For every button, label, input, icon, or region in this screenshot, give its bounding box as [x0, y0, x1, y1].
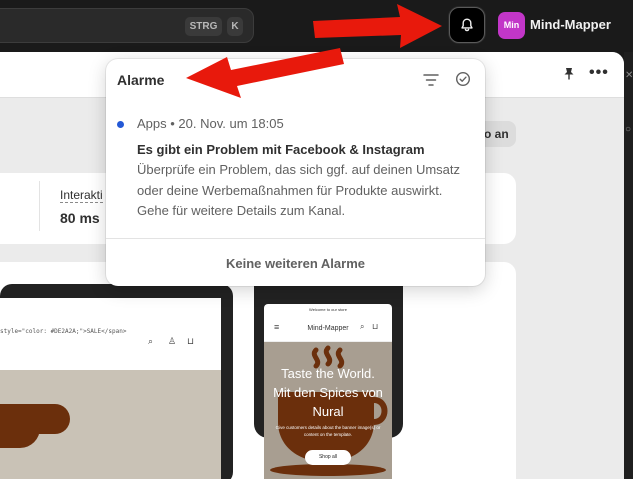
notifications-button[interactable] — [449, 7, 485, 43]
hero-title-line: Mit den Spices von — [273, 385, 383, 400]
shop-all-button[interactable]: Shop all — [305, 450, 351, 465]
top-bar: STRG K Min Mind-Mapper — [0, 0, 633, 52]
pin-icon[interactable] — [561, 66, 577, 82]
notification-title[interactable]: Es gibt ein Problem mit Facebook & Insta… — [137, 142, 425, 157]
popover-title: Alarme — [117, 72, 165, 88]
popover-divider — [106, 238, 485, 239]
notifications-popover: Alarme Apps • 20. Nov. um 18:05 Es gibt … — [106, 59, 485, 286]
desktop-preview-screen[interactable]: style="color: #DE2A2A;">SALE</span> ⌕ ♙ … — [0, 298, 221, 479]
search-bar[interactable]: STRG K — [0, 8, 254, 43]
mobile-hero-image: Taste the World. Mit den Spices von Nura… — [264, 342, 392, 479]
metric-value: 80 ms — [60, 210, 100, 226]
shortcut-key-k: K — [227, 17, 243, 36]
filter-icon[interactable] — [423, 73, 439, 87]
edge-search-icon: ○ — [625, 124, 632, 135]
edge-close-icon: ✕ — [625, 70, 633, 81]
steam-shape — [0, 428, 40, 448]
mobile-hero-subtitle: Give customers details about the banner … — [275, 425, 381, 437]
search-icon: ⌕ — [360, 322, 365, 331]
bell-icon — [461, 18, 473, 32]
shortcut-key-strg: STRG — [185, 17, 222, 36]
check-circle-icon[interactable] — [455, 71, 471, 87]
notification-body: Überprüfe ein Problem, das sich ggf. auf… — [137, 162, 461, 218]
hero-title-line: Taste the World. — [281, 366, 375, 381]
mobile-preview-screen[interactable]: Welcome to our store ≡ Mind-Mapper ⌕ ⊔ T… — [264, 304, 392, 479]
no-more-alerts-text: Keine weiteren Alarme — [226, 256, 365, 271]
store-avatar[interactable]: Min — [498, 12, 525, 39]
metrics-divider — [39, 181, 40, 231]
mobile-announcement-bar: Welcome to our store — [309, 307, 347, 312]
mobile-header: ≡ Mind-Mapper ⌕ ⊔ — [264, 316, 392, 342]
search-icon: ⌕ — [148, 336, 154, 346]
unread-indicator — [117, 121, 124, 128]
cart-icon: ⊔ — [372, 322, 379, 331]
hero-title-line: Nural — [312, 404, 344, 419]
notification-meta: Apps • 20. Nov. um 18:05 — [137, 116, 284, 131]
metric-label[interactable]: Interakti — [60, 188, 103, 203]
right-edge-strip: ✕ ○ — [624, 52, 633, 479]
more-icon[interactable]: ••• — [589, 65, 609, 81]
user-icon: ♙ — [168, 336, 177, 346]
cart-icon: ⊔ — [187, 336, 195, 346]
desktop-hero-image — [0, 370, 221, 479]
mobile-hero-title: Taste the World. Mit den Spices von Nura… — [266, 364, 390, 421]
store-name[interactable]: Mind-Mapper — [530, 17, 611, 32]
desktop-sale-code: style="color: #DE2A2A;">SALE</span> — [0, 328, 127, 335]
